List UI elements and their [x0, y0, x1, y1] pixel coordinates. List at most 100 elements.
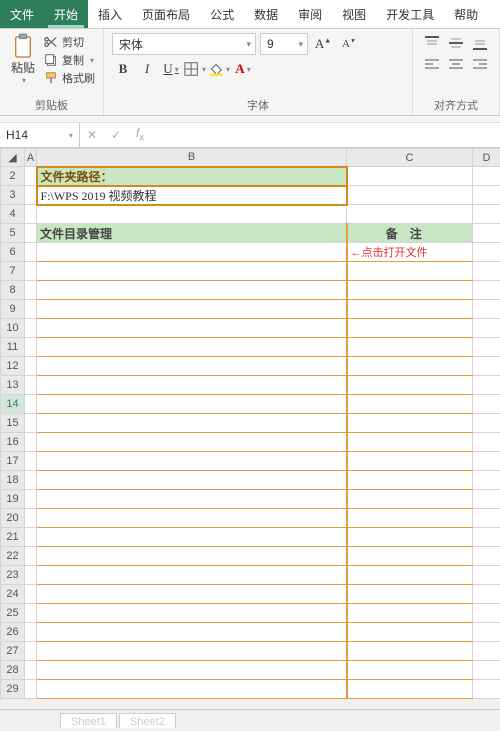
- cell[interactable]: [347, 471, 473, 490]
- cell[interactable]: [347, 281, 473, 300]
- cell[interactable]: [25, 528, 37, 547]
- cell[interactable]: [37, 338, 347, 357]
- cell[interactable]: [347, 623, 473, 642]
- cell[interactable]: [37, 319, 347, 338]
- cell[interactable]: [347, 205, 473, 224]
- row-header[interactable]: 23: [1, 566, 25, 585]
- tab-data[interactable]: 数据: [244, 0, 288, 28]
- column-header[interactable]: D: [473, 149, 500, 167]
- cell[interactable]: [473, 281, 500, 300]
- cell[interactable]: [347, 452, 473, 471]
- row-header[interactable]: 21: [1, 528, 25, 547]
- select-all-corner[interactable]: ◢: [1, 149, 25, 167]
- cell[interactable]: [25, 186, 37, 205]
- cell[interactable]: [25, 300, 37, 319]
- path-value-cell[interactable]: F:\WPS 2019 视频教程: [37, 186, 347, 205]
- increase-font-button[interactable]: A▲: [312, 34, 334, 54]
- cell[interactable]: [25, 623, 37, 642]
- cell[interactable]: [473, 357, 500, 376]
- cell[interactable]: [473, 471, 500, 490]
- cell[interactable]: [473, 224, 500, 243]
- cell[interactable]: [25, 433, 37, 452]
- row-header[interactable]: 26: [1, 623, 25, 642]
- row-header[interactable]: 17: [1, 452, 25, 471]
- cell[interactable]: [25, 547, 37, 566]
- italic-button[interactable]: I: [136, 59, 158, 79]
- tab-insert[interactable]: 插入: [88, 0, 132, 28]
- cell[interactable]: [473, 490, 500, 509]
- cell[interactable]: [37, 281, 347, 300]
- name-box[interactable]: H14 ▾: [0, 123, 80, 147]
- cell[interactable]: [473, 680, 500, 699]
- fx-button[interactable]: fx: [128, 126, 152, 143]
- cell[interactable]: [25, 395, 37, 414]
- cell[interactable]: [37, 528, 347, 547]
- cell[interactable]: [37, 357, 347, 376]
- cell[interactable]: [347, 357, 473, 376]
- cell[interactable]: [347, 680, 473, 699]
- cell[interactable]: [473, 566, 500, 585]
- row-header[interactable]: 2: [1, 167, 25, 186]
- cell[interactable]: [473, 642, 500, 661]
- cell[interactable]: [473, 528, 500, 547]
- cell[interactable]: [347, 661, 473, 680]
- row-header[interactable]: 25: [1, 604, 25, 623]
- row-header[interactable]: 16: [1, 433, 25, 452]
- row-header[interactable]: 24: [1, 585, 25, 604]
- align-left-button[interactable]: [421, 55, 443, 75]
- cell[interactable]: [347, 376, 473, 395]
- row-header[interactable]: 10: [1, 319, 25, 338]
- decrease-font-button[interactable]: A▼: [338, 34, 360, 54]
- cell[interactable]: [37, 680, 347, 699]
- row-header[interactable]: 14: [1, 395, 25, 414]
- cell[interactable]: [473, 604, 500, 623]
- cell[interactable]: [473, 509, 500, 528]
- cell[interactable]: [347, 167, 473, 186]
- cell[interactable]: [473, 300, 500, 319]
- cell[interactable]: [473, 262, 500, 281]
- align-bottom-button[interactable]: [469, 33, 491, 53]
- formula-input[interactable]: [152, 123, 500, 147]
- cell[interactable]: [37, 642, 347, 661]
- cell[interactable]: [25, 642, 37, 661]
- cell[interactable]: [37, 585, 347, 604]
- cell[interactable]: [25, 376, 37, 395]
- cell[interactable]: [347, 642, 473, 661]
- cell[interactable]: [25, 414, 37, 433]
- cell[interactable]: [347, 604, 473, 623]
- cell[interactable]: [37, 395, 347, 414]
- cell[interactable]: [25, 680, 37, 699]
- align-center-button[interactable]: [445, 55, 467, 75]
- cell[interactable]: [25, 338, 37, 357]
- cell[interactable]: [473, 319, 500, 338]
- align-middle-button[interactable]: [445, 33, 467, 53]
- cell[interactable]: [37, 566, 347, 585]
- cancel-formula-button[interactable]: ✕: [80, 128, 104, 142]
- row-header[interactable]: 11: [1, 338, 25, 357]
- format-painter-button[interactable]: 格式刷: [44, 69, 95, 87]
- notes-hint-cell[interactable]: ←点击打开文件: [347, 243, 473, 262]
- row-header[interactable]: 4: [1, 205, 25, 224]
- fill-color-button[interactable]: ▾: [208, 59, 230, 79]
- cell[interactable]: [473, 205, 500, 224]
- tab-formula[interactable]: 公式: [200, 0, 244, 28]
- cell[interactable]: [25, 661, 37, 680]
- row-header[interactable]: 3: [1, 186, 25, 205]
- cell[interactable]: [25, 262, 37, 281]
- borders-button[interactable]: ▾: [184, 59, 206, 79]
- tab-home[interactable]: 开始: [44, 0, 88, 28]
- font-size-select[interactable]: 9: [260, 33, 308, 55]
- tab-help[interactable]: 帮助: [444, 0, 488, 28]
- cell[interactable]: [473, 243, 500, 262]
- row-header[interactable]: 13: [1, 376, 25, 395]
- cell[interactable]: [347, 528, 473, 547]
- row-header[interactable]: 7: [1, 262, 25, 281]
- cell[interactable]: [25, 585, 37, 604]
- row-header[interactable]: 19: [1, 490, 25, 509]
- cell[interactable]: [347, 547, 473, 566]
- spreadsheet-grid[interactable]: ◢ A B C D 2文件夹路径：3F:\WPS 2019 视频教程45文件目录…: [0, 148, 500, 699]
- cell[interactable]: [37, 452, 347, 471]
- column-header[interactable]: B: [37, 149, 347, 167]
- cell[interactable]: [347, 300, 473, 319]
- path-label-cell[interactable]: 文件夹路径：: [37, 167, 347, 186]
